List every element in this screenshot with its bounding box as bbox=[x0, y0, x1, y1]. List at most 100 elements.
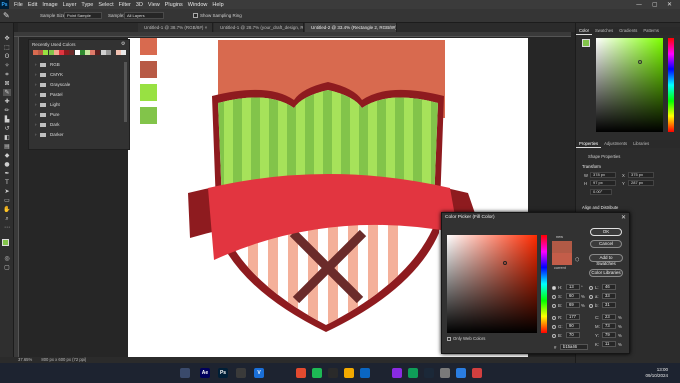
swatch-folder-grayscale[interactable]: › Grayscale bbox=[35, 81, 119, 88]
swatch-folder-cmyk[interactable]: › CMYK bbox=[35, 71, 119, 78]
taskbar-app-icon[interactable] bbox=[312, 368, 322, 378]
cancel-button[interactable]: Cancel bbox=[590, 240, 622, 248]
lasso-tool-icon[interactable]: ʘ bbox=[3, 53, 11, 60]
quick-select-icon[interactable]: ✧ bbox=[3, 62, 11, 69]
taskbar-app-icon[interactable] bbox=[456, 368, 466, 378]
blur-tool-icon[interactable]: ◆ bbox=[3, 152, 11, 159]
tab-properties[interactable]: Properties bbox=[576, 140, 602, 148]
y-cmyk-field[interactable]: 79 bbox=[602, 332, 616, 338]
taskbar-app-icon[interactable] bbox=[328, 368, 338, 378]
swatch-folder-pure[interactable]: › Pure bbox=[35, 111, 119, 118]
tab-patterns[interactable]: Patterns bbox=[640, 27, 662, 35]
height-field[interactable]: 97 px bbox=[590, 180, 616, 186]
eyedropper-tool-icon[interactable]: ✎ bbox=[3, 89, 11, 96]
foreground-chip[interactable] bbox=[582, 39, 590, 47]
angle-field[interactable]: 0.00° bbox=[590, 189, 612, 195]
taskbar-app-icon[interactable] bbox=[392, 368, 402, 378]
swatch-folder-darker[interactable]: › Darker bbox=[35, 131, 119, 138]
tab-adjustments[interactable]: Adjustments bbox=[601, 140, 630, 148]
healing-tool-icon[interactable]: ✚ bbox=[3, 98, 11, 105]
blue-field[interactable]: 70 bbox=[566, 332, 580, 338]
system-clock[interactable]: 13:00 09/10/2024 bbox=[645, 367, 668, 379]
brush-tool-icon[interactable]: ✏ bbox=[3, 107, 11, 114]
panel-scrollbar[interactable] bbox=[124, 62, 127, 122]
g-field[interactable]: 90 bbox=[566, 323, 580, 329]
pen-tool-icon[interactable]: ✒ bbox=[3, 170, 11, 177]
hue-slider[interactable] bbox=[668, 38, 674, 132]
l-radio[interactable] bbox=[589, 286, 593, 290]
tab-untitled-2[interactable]: Untitled-2 @ 33.4% (Rectangle 2, RGB/8#)… bbox=[305, 23, 397, 32]
saturation-brightness-field[interactable] bbox=[447, 235, 537, 333]
menu-3d[interactable]: 3D bbox=[136, 2, 143, 8]
a-field[interactable]: 33 bbox=[602, 293, 616, 299]
swatch-folder-pastel[interactable]: › Pastel bbox=[35, 91, 119, 98]
taskbar-app-icon[interactable] bbox=[408, 368, 418, 378]
green-radio[interactable] bbox=[552, 325, 556, 329]
history-brush-icon[interactable]: ↺ bbox=[3, 125, 11, 132]
ok-button[interactable]: OK bbox=[590, 228, 622, 236]
s-field[interactable]: 60 bbox=[566, 293, 580, 299]
tab-gradients[interactable]: Gradients bbox=[616, 27, 640, 35]
cube-icon[interactable]: ⬡ bbox=[575, 257, 579, 263]
taskbar-app-icon[interactable] bbox=[180, 368, 190, 378]
x-field[interactable]: 375 px bbox=[628, 172, 654, 178]
tab-your-draft-design[interactable]: Untitled-1 @ 28.7% (your_draft_design, R… bbox=[214, 23, 304, 32]
photoshop-logo[interactable]: Ps bbox=[0, 0, 9, 9]
path-select-icon[interactable]: ➤ bbox=[3, 188, 11, 195]
current-color-swatch[interactable] bbox=[552, 253, 572, 265]
hex-field[interactable]: b15a46 bbox=[560, 344, 588, 350]
swatch-folder-dark[interactable]: › Dark bbox=[35, 121, 119, 128]
sample-select[interactable]: All Layers bbox=[124, 12, 164, 19]
swatch-folder-rgb[interactable]: › RGB bbox=[35, 61, 119, 68]
tab-swatches[interactable]: Swatches bbox=[592, 27, 616, 35]
taskbar-app-icon[interactable] bbox=[424, 368, 434, 378]
k-field[interactable]: 11 bbox=[602, 341, 616, 347]
zoom-level[interactable]: 37.65% bbox=[18, 357, 32, 362]
menu-type[interactable]: Type bbox=[81, 2, 93, 8]
blue-radio[interactable] bbox=[552, 334, 556, 338]
menu-view[interactable]: View bbox=[148, 2, 160, 8]
show-ring-checkbox[interactable] bbox=[193, 13, 198, 18]
lab-b-radio[interactable] bbox=[589, 304, 593, 308]
foreground-color-swatch[interactable] bbox=[2, 239, 9, 246]
lab-b-field[interactable]: 31 bbox=[602, 302, 616, 308]
marquee-tool-icon[interactable]: ⬚ bbox=[3, 44, 11, 51]
move-tool-icon[interactable]: ✥ bbox=[3, 35, 11, 42]
l-field[interactable]: 46 bbox=[602, 284, 616, 290]
h-field[interactable]: 13 bbox=[566, 284, 580, 290]
width-field[interactable]: 378 px bbox=[590, 172, 616, 178]
recent-color-swatch[interactable] bbox=[121, 50, 127, 55]
add-to-swatches-button[interactable]: Add to Swatches bbox=[589, 254, 623, 266]
minimize-button[interactable]: — bbox=[636, 1, 642, 8]
menu-edit[interactable]: Edit bbox=[28, 2, 37, 8]
more-tools-icon[interactable]: ⋯ bbox=[3, 224, 11, 231]
stamp-tool-icon[interactable]: ▙ bbox=[3, 116, 11, 123]
menu-select[interactable]: Select bbox=[98, 2, 113, 8]
panel-menu-icon[interactable]: ⚙ bbox=[121, 41, 125, 47]
tab-libraries[interactable]: Libraries bbox=[630, 140, 652, 148]
taskbar-app-icon[interactable] bbox=[360, 368, 370, 378]
taskbar-app-icon[interactable] bbox=[296, 368, 306, 378]
color-libraries-button[interactable]: Color Libraries bbox=[589, 269, 623, 277]
only-web-colors-checkbox[interactable] bbox=[447, 337, 451, 341]
transform-section-title[interactable]: Transform bbox=[582, 164, 601, 169]
type-tool-icon[interactable]: T bbox=[3, 179, 11, 186]
taskbar-app-icon[interactable]: Ae bbox=[200, 368, 210, 378]
saturation-radio[interactable] bbox=[552, 295, 556, 299]
zoom-tool-icon[interactable]: ⌕ bbox=[3, 215, 11, 222]
menu-help[interactable]: Help bbox=[212, 2, 223, 8]
menu-window[interactable]: Window bbox=[188, 2, 208, 8]
taskbar-app-icon[interactable]: V bbox=[254, 368, 264, 378]
shape-tool-icon[interactable]: ▭ bbox=[3, 197, 11, 204]
close-window-button[interactable]: ✕ bbox=[667, 1, 672, 8]
taskbar-app-icon[interactable] bbox=[440, 368, 450, 378]
a-radio[interactable] bbox=[589, 295, 593, 299]
hue-radio[interactable] bbox=[552, 286, 556, 290]
taskbar-app-icon[interactable] bbox=[344, 368, 354, 378]
y-field[interactable]: 287 px bbox=[628, 180, 654, 186]
menu-plugins[interactable]: Plugins bbox=[165, 2, 183, 8]
menu-layer[interactable]: Layer bbox=[63, 2, 77, 8]
taskbar-app-icon[interactable] bbox=[236, 368, 246, 378]
frame-tool-icon[interactable]: ⊠ bbox=[3, 80, 11, 87]
r-field[interactable]: 177 bbox=[566, 314, 580, 320]
